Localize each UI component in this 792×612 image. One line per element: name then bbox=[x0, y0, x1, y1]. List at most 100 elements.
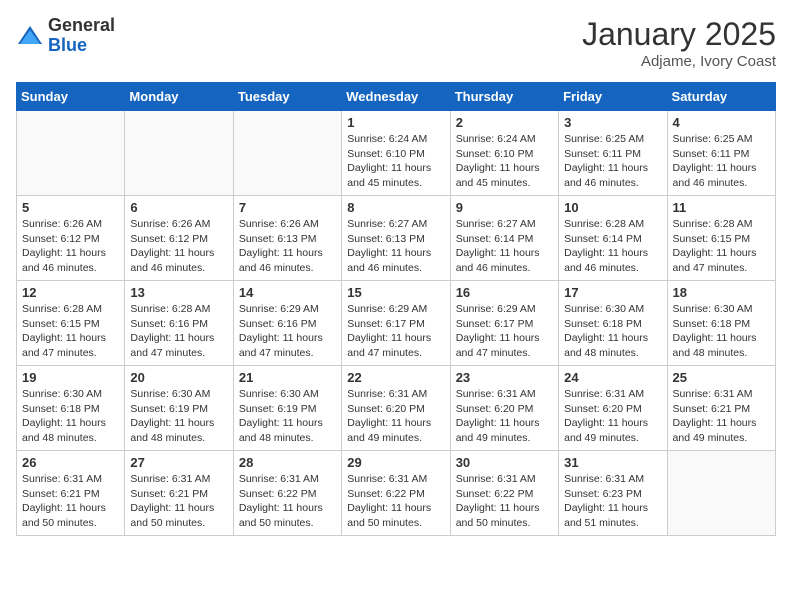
calendar-cell: 17 Sunrise: 6:30 AM Sunset: 6:18 PM Dayli… bbox=[559, 281, 667, 366]
day-info: Sunrise: 6:26 AM Sunset: 6:12 PM Dayligh… bbox=[22, 217, 119, 276]
calendar-cell: 2 Sunrise: 6:24 AM Sunset: 6:10 PM Daylig… bbox=[450, 111, 558, 196]
calendar-header: SundayMondayTuesdayWednesdayThursdayFrid… bbox=[17, 83, 776, 111]
weekday-header: Friday bbox=[559, 83, 667, 111]
calendar-cell: 10 Sunrise: 6:28 AM Sunset: 6:14 PM Dayli… bbox=[559, 196, 667, 281]
day-number: 20 bbox=[130, 370, 227, 385]
day-info: Sunrise: 6:31 AM Sunset: 6:21 PM Dayligh… bbox=[22, 472, 119, 531]
week-row: 19 Sunrise: 6:30 AM Sunset: 6:18 PM Dayli… bbox=[17, 366, 776, 451]
calendar-cell: 14 Sunrise: 6:29 AM Sunset: 6:16 PM Dayli… bbox=[233, 281, 341, 366]
day-info: Sunrise: 6:29 AM Sunset: 6:17 PM Dayligh… bbox=[347, 302, 444, 361]
logo-blue: Blue bbox=[48, 36, 115, 56]
day-info: Sunrise: 6:31 AM Sunset: 6:20 PM Dayligh… bbox=[456, 387, 553, 446]
day-info: Sunrise: 6:27 AM Sunset: 6:13 PM Dayligh… bbox=[347, 217, 444, 276]
month-title: January 2025 bbox=[582, 16, 776, 53]
calendar-cell: 8 Sunrise: 6:27 AM Sunset: 6:13 PM Daylig… bbox=[342, 196, 450, 281]
day-number: 10 bbox=[564, 200, 661, 215]
calendar-cell: 24Sunrise: 6:31 AM Sunset: 6:20 PM Dayli… bbox=[559, 366, 667, 451]
day-number: 4 bbox=[673, 115, 770, 130]
day-number: 31 bbox=[564, 455, 661, 470]
day-info: Sunrise: 6:28 AM Sunset: 6:15 PM Dayligh… bbox=[673, 217, 770, 276]
calendar-cell: 16 Sunrise: 6:29 AM Sunset: 6:17 PM Dayli… bbox=[450, 281, 558, 366]
calendar-cell: 25Sunrise: 6:31 AM Sunset: 6:21 PM Dayli… bbox=[667, 366, 775, 451]
day-info: Sunrise: 6:24 AM Sunset: 6:10 PM Dayligh… bbox=[456, 132, 553, 191]
week-row: 1 Sunrise: 6:24 AM Sunset: 6:10 PM Daylig… bbox=[17, 111, 776, 196]
day-number: 3 bbox=[564, 115, 661, 130]
location: Adjame, Ivory Coast bbox=[582, 53, 776, 70]
calendar-cell: 11 Sunrise: 6:28 AM Sunset: 6:15 PM Dayli… bbox=[667, 196, 775, 281]
logo-general: General bbox=[48, 16, 115, 36]
day-info: Sunrise: 6:30 AM Sunset: 6:19 PM Dayligh… bbox=[239, 387, 336, 446]
day-info: Sunrise: 6:24 AM Sunset: 6:10 PM Dayligh… bbox=[347, 132, 444, 191]
day-info: Sunrise: 6:30 AM Sunset: 6:18 PM Dayligh… bbox=[564, 302, 661, 361]
calendar-cell: 23 Sunrise: 6:31 AM Sunset: 6:20 PM Dayli… bbox=[450, 366, 558, 451]
day-number: 9 bbox=[456, 200, 553, 215]
day-info: Sunrise: 6:25 AM Sunset: 6:11 PM Dayligh… bbox=[673, 132, 770, 191]
day-number: 1 bbox=[347, 115, 444, 130]
day-number: 22 bbox=[347, 370, 444, 385]
calendar-cell bbox=[667, 451, 775, 536]
weekday-header: Saturday bbox=[667, 83, 775, 111]
calendar-cell: 27Sunrise: 6:31 AM Sunset: 6:21 PM Dayli… bbox=[125, 451, 233, 536]
calendar-cell: 19 Sunrise: 6:30 AM Sunset: 6:18 PM Dayli… bbox=[17, 366, 125, 451]
day-number: 11 bbox=[673, 200, 770, 215]
day-number: 30 bbox=[456, 455, 553, 470]
weekday-header: Wednesday bbox=[342, 83, 450, 111]
day-number: 17 bbox=[564, 285, 661, 300]
day-info: Sunrise: 6:31 AM Sunset: 6:20 PM Dayligh… bbox=[347, 387, 444, 446]
page-header: General Blue January 2025 Adjame, Ivory … bbox=[16, 16, 776, 70]
day-number: 8 bbox=[347, 200, 444, 215]
day-info: Sunrise: 6:31 AM Sunset: 6:22 PM Dayligh… bbox=[239, 472, 336, 531]
calendar-cell bbox=[233, 111, 341, 196]
calendar-cell: 20 Sunrise: 6:30 AM Sunset: 6:19 PM Dayli… bbox=[125, 366, 233, 451]
day-number: 23 bbox=[456, 370, 553, 385]
day-info: Sunrise: 6:29 AM Sunset: 6:16 PM Dayligh… bbox=[239, 302, 336, 361]
day-info: Sunrise: 6:25 AM Sunset: 6:11 PM Dayligh… bbox=[564, 132, 661, 191]
calendar-cell: 18Sunrise: 6:30 AM Sunset: 6:18 PM Dayli… bbox=[667, 281, 775, 366]
day-number: 29 bbox=[347, 455, 444, 470]
calendar-cell: 28 Sunrise: 6:31 AM Sunset: 6:22 PM Dayli… bbox=[233, 451, 341, 536]
calendar-cell: 9Sunrise: 6:27 AM Sunset: 6:14 PM Daylig… bbox=[450, 196, 558, 281]
calendar-cell: 4 Sunrise: 6:25 AM Sunset: 6:11 PM Daylig… bbox=[667, 111, 775, 196]
calendar-cell: 3 Sunrise: 6:25 AM Sunset: 6:11 PM Daylig… bbox=[559, 111, 667, 196]
calendar-cell: 6 Sunrise: 6:26 AM Sunset: 6:12 PM Daylig… bbox=[125, 196, 233, 281]
day-info: Sunrise: 6:31 AM Sunset: 6:22 PM Dayligh… bbox=[456, 472, 553, 531]
calendar-cell: 7Sunrise: 6:26 AM Sunset: 6:13 PM Daylig… bbox=[233, 196, 341, 281]
day-number: 18 bbox=[673, 285, 770, 300]
title-block: January 2025 Adjame, Ivory Coast bbox=[582, 16, 776, 70]
day-info: Sunrise: 6:30 AM Sunset: 6:18 PM Dayligh… bbox=[22, 387, 119, 446]
day-number: 19 bbox=[22, 370, 119, 385]
day-number: 26 bbox=[22, 455, 119, 470]
day-number: 12 bbox=[22, 285, 119, 300]
calendar-cell: 1 Sunrise: 6:24 AM Sunset: 6:10 PM Daylig… bbox=[342, 111, 450, 196]
weekday-header: Thursday bbox=[450, 83, 558, 111]
day-info: Sunrise: 6:26 AM Sunset: 6:12 PM Dayligh… bbox=[130, 217, 227, 276]
day-info: Sunrise: 6:31 AM Sunset: 6:21 PM Dayligh… bbox=[130, 472, 227, 531]
calendar-cell: 29Sunrise: 6:31 AM Sunset: 6:22 PM Dayli… bbox=[342, 451, 450, 536]
calendar-cell: 31Sunrise: 6:31 AM Sunset: 6:23 PM Dayli… bbox=[559, 451, 667, 536]
day-number: 21 bbox=[239, 370, 336, 385]
day-info: Sunrise: 6:29 AM Sunset: 6:17 PM Dayligh… bbox=[456, 302, 553, 361]
day-number: 14 bbox=[239, 285, 336, 300]
day-number: 6 bbox=[130, 200, 227, 215]
calendar-cell: 26 Sunrise: 6:31 AM Sunset: 6:21 PM Dayli… bbox=[17, 451, 125, 536]
calendar-cell bbox=[17, 111, 125, 196]
day-info: Sunrise: 6:28 AM Sunset: 6:16 PM Dayligh… bbox=[130, 302, 227, 361]
logo: General Blue bbox=[16, 16, 115, 56]
day-info: Sunrise: 6:31 AM Sunset: 6:21 PM Dayligh… bbox=[673, 387, 770, 446]
day-number: 2 bbox=[456, 115, 553, 130]
logo-icon bbox=[16, 22, 44, 50]
calendar-cell: 13Sunrise: 6:28 AM Sunset: 6:16 PM Dayli… bbox=[125, 281, 233, 366]
day-info: Sunrise: 6:26 AM Sunset: 6:13 PM Dayligh… bbox=[239, 217, 336, 276]
day-number: 16 bbox=[456, 285, 553, 300]
day-info: Sunrise: 6:28 AM Sunset: 6:14 PM Dayligh… bbox=[564, 217, 661, 276]
calendar: SundayMondayTuesdayWednesdayThursdayFrid… bbox=[16, 82, 776, 536]
logo-text: General Blue bbox=[48, 16, 115, 56]
calendar-cell: 21 Sunrise: 6:30 AM Sunset: 6:19 PM Dayli… bbox=[233, 366, 341, 451]
day-info: Sunrise: 6:28 AM Sunset: 6:15 PM Dayligh… bbox=[22, 302, 119, 361]
week-row: 12 Sunrise: 6:28 AM Sunset: 6:15 PM Dayli… bbox=[17, 281, 776, 366]
day-info: Sunrise: 6:30 AM Sunset: 6:19 PM Dayligh… bbox=[130, 387, 227, 446]
day-number: 28 bbox=[239, 455, 336, 470]
day-number: 5 bbox=[22, 200, 119, 215]
calendar-cell bbox=[125, 111, 233, 196]
calendar-cell: 22 Sunrise: 6:31 AM Sunset: 6:20 PM Dayli… bbox=[342, 366, 450, 451]
